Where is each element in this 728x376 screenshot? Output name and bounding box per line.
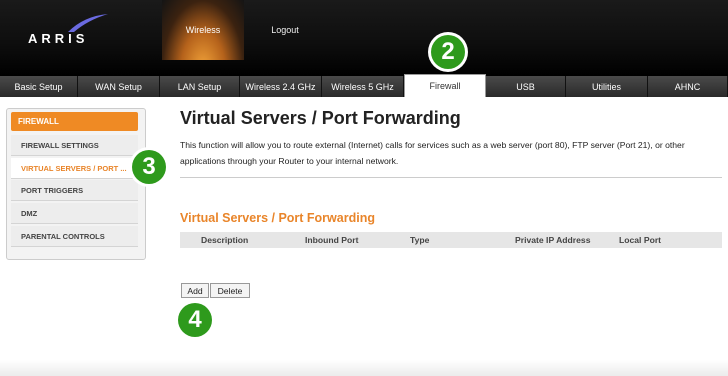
tab-wireless-24[interactable]: Wireless 2.4 GHz (240, 76, 322, 97)
column-private-ip: Private IP Address (515, 235, 591, 245)
nav-wireless[interactable]: Wireless (162, 0, 244, 60)
tab-utilities[interactable]: Utilities (566, 76, 648, 97)
tab-wireless-5[interactable]: Wireless 5 GHz (322, 76, 404, 97)
step-badge-2: 2 (431, 35, 465, 69)
sidebar-item-virtual-servers[interactable]: VIRTUAL SERVERS / PORT ... (11, 158, 138, 179)
sidebar-item-port-triggers[interactable]: PORT TRIGGERS (11, 180, 138, 201)
sidebar-item-dmz[interactable]: DMZ (11, 203, 138, 224)
tab-ahnc[interactable]: AHNC (648, 76, 728, 97)
footer-bar (0, 360, 728, 376)
tab-firewall[interactable]: Firewall (404, 74, 486, 97)
column-type: Type (410, 235, 430, 245)
column-local-port: Local Port (619, 235, 662, 245)
column-inbound-port: Inbound Port (305, 235, 359, 245)
nav-logout[interactable]: Logout (254, 0, 316, 60)
section-title: Virtual Servers / Port Forwarding (180, 211, 375, 225)
sidebar-item-firewall-settings[interactable]: FIREWALL SETTINGS (11, 135, 138, 156)
column-description: Description (201, 235, 249, 245)
step-badge-4: 4 (178, 303, 212, 337)
page-description: This function will allow you to route ex… (180, 140, 685, 166)
step-badge-3: 3 (132, 150, 166, 184)
delete-button[interactable]: Delete (210, 283, 250, 298)
brand-logo: ARRIS (28, 31, 89, 46)
add-button[interactable]: Add (181, 283, 209, 298)
sidebar-item-parental-controls[interactable]: PARENTAL CONTROLS (11, 226, 138, 247)
tab-wan-setup[interactable]: WAN Setup (78, 76, 160, 97)
sidebar-header: FIREWALL (11, 112, 138, 131)
page-title: Virtual Servers / Port Forwarding (180, 108, 461, 128)
tab-usb[interactable]: USB (486, 76, 566, 97)
tab-basic-setup[interactable]: Basic Setup (0, 76, 78, 97)
tab-lan-setup[interactable]: LAN Setup (160, 76, 240, 97)
divider (180, 177, 722, 178)
